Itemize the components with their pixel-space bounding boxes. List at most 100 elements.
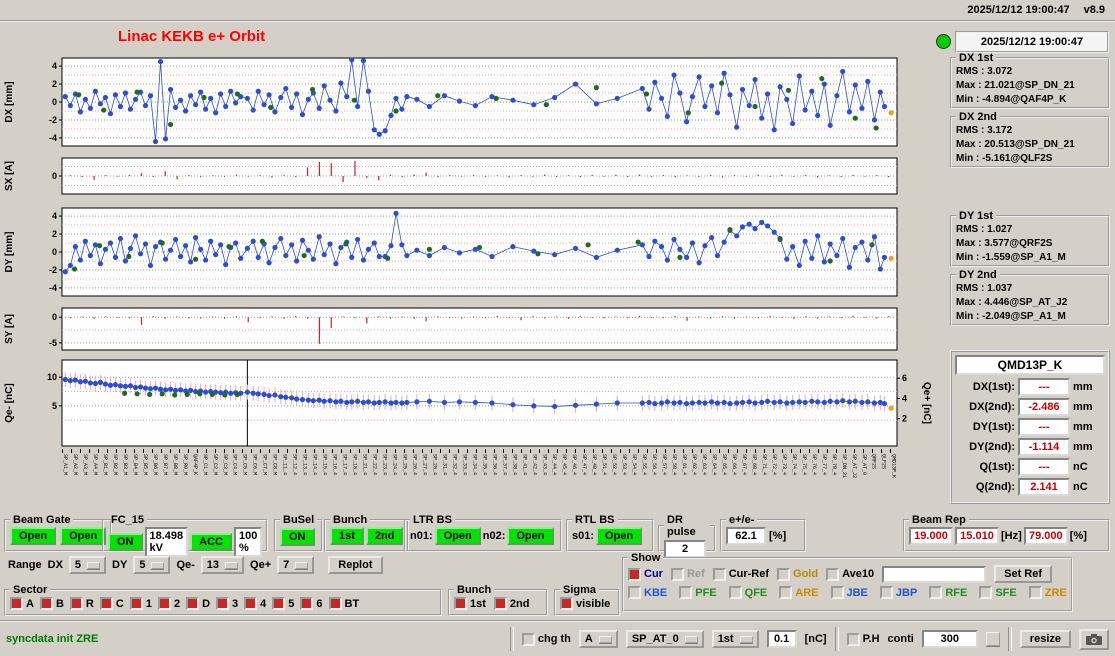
checkbox-1[interactable]: 1: [129, 597, 152, 610]
snapshot-button[interactable]: [1079, 628, 1109, 650]
resize-button[interactable]: resize: [1019, 630, 1071, 648]
checkbox-indicator[interactable]: [69, 597, 83, 610]
checkbox-indicator[interactable]: [670, 567, 684, 581]
checkbox-indicator[interactable]: [712, 567, 726, 581]
checkbox-indicator[interactable]: [493, 597, 507, 610]
bpm-label: SP_51_4: [601, 454, 608, 476]
beam-rep-value-1: 19.000: [909, 527, 953, 545]
checkbox-indicator[interactable]: [300, 597, 314, 610]
checkbox-ref[interactable]: Ref: [670, 567, 705, 581]
bpm-label: SP_46_4: [571, 454, 578, 476]
fc15-acc-button[interactable]: ACC: [190, 533, 232, 551]
checkbox-indicator[interactable]: [679, 586, 693, 599]
checkbox-indicator[interactable]: [216, 597, 230, 610]
checkbox-indicator[interactable]: [879, 586, 893, 599]
checkbox-sfe[interactable]: SFE: [979, 586, 1017, 599]
bunch-2nd-button[interactable]: 2nd: [365, 527, 404, 545]
mode-select[interactable]: A: [578, 630, 618, 648]
svg-text:0: 0: [52, 97, 57, 107]
checkbox-c[interactable]: C: [99, 597, 124, 610]
checkbox-ave10[interactable]: Ave10: [826, 567, 874, 581]
sigma-items: visible: [560, 597, 614, 610]
checkbox-visible[interactable]: visible: [560, 597, 610, 610]
checkbox-jbp[interactable]: JBP: [879, 586, 917, 599]
checkbox-indicator[interactable]: [328, 597, 342, 610]
checkbox-cur-ref[interactable]: Cur-Ref: [712, 567, 769, 581]
ltr-n01-open-button[interactable]: Open: [434, 527, 481, 545]
checkbox-indicator[interactable]: [728, 586, 742, 599]
checkbox-indicator[interactable]: [10, 597, 23, 610]
checkbox-indicator[interactable]: [929, 586, 943, 599]
bpm-label: SP_C3_M: [221, 454, 228, 476]
checkbox-indicator[interactable]: [628, 586, 641, 599]
range-dx-select[interactable]: 5: [68, 556, 107, 574]
interval-menu-indicator[interactable]: [985, 632, 1000, 646]
checkbox-rfe[interactable]: RFE: [929, 586, 967, 599]
checkbox-zre[interactable]: ZRE: [1028, 586, 1067, 599]
checkbox-are[interactable]: ARE: [779, 586, 819, 599]
checkbox-bt[interactable]: BT: [328, 597, 359, 610]
checkbox-d[interactable]: D: [186, 597, 210, 610]
checkbox-label: QFE: [744, 586, 768, 599]
checkbox-indicator[interactable]: [846, 632, 860, 646]
replot-button[interactable]: Replot: [328, 556, 383, 574]
ref-name-input[interactable]: [882, 565, 987, 583]
busel-on-button[interactable]: ON: [280, 528, 315, 546]
checkbox-5[interactable]: 5: [272, 597, 294, 610]
checkbox-indicator[interactable]: [560, 597, 573, 610]
checkbox-indicator[interactable]: [830, 586, 844, 599]
checkbox-indicator[interactable]: [39, 597, 53, 610]
fc15-group: FC_15 ON 18.498 kV ACC 100 %: [102, 514, 269, 557]
stats-dy-1st: DY 1st RMS : 1.027 Max : 3.577@QRF2S Min…: [950, 210, 1110, 267]
checkbox-2[interactable]: 2: [157, 597, 180, 610]
checkbox-4[interactable]: 4: [244, 597, 266, 610]
range-dy-select[interactable]: 5: [133, 556, 171, 574]
checkbox-indicator[interactable]: [129, 597, 143, 610]
bunch-1st-button[interactable]: 1st: [330, 527, 364, 545]
range-qe-minus-select[interactable]: 13: [200, 556, 245, 574]
checkbox-indicator[interactable]: [272, 597, 286, 610]
ltr-n02-open-button[interactable]: Open: [507, 527, 554, 545]
bpm-label: SP_45_4: [561, 454, 568, 476]
rtl-s01-open-button[interactable]: Open: [596, 527, 643, 545]
checkbox-indicator[interactable]: [157, 597, 171, 610]
checkbox-indicator[interactable]: [779, 586, 793, 599]
svg-text:SY [A]: SY [A]: [4, 314, 15, 344]
range-qe-plus-select[interactable]: 7: [277, 556, 315, 574]
checkbox-3[interactable]: 3: [216, 597, 238, 610]
checkbox-jbe[interactable]: JBE: [830, 586, 868, 599]
checkbox-indicator[interactable]: [521, 632, 535, 646]
beam-gate-open-1-button[interactable]: Open: [10, 527, 57, 545]
checkbox-cur[interactable]: Cur: [628, 567, 663, 581]
checkbox-gold[interactable]: Gold: [777, 567, 818, 581]
checkbox-pfe[interactable]: PFE: [679, 586, 717, 599]
ph-checkbox[interactable]: P.H: [846, 632, 880, 646]
interval-input[interactable]: 300: [921, 630, 978, 648]
chg-th-checkbox[interactable]: chg th: [521, 632, 571, 646]
checkbox-indicator[interactable]: [979, 586, 993, 599]
checkbox-indicator[interactable]: [186, 597, 200, 610]
checkbox-a[interactable]: A: [10, 597, 34, 610]
threshold-input[interactable]: 0.1: [766, 630, 797, 648]
bpm-label: SP_37_4: [501, 454, 508, 476]
bpm-label: SP_68_4: [750, 454, 757, 476]
checkbox-r[interactable]: R: [69, 597, 94, 610]
bunch-select[interactable]: 1st: [711, 630, 759, 648]
fc15-on-button[interactable]: ON: [108, 533, 143, 551]
checkbox-b[interactable]: B: [39, 597, 64, 610]
checkbox-indicator[interactable]: [99, 597, 113, 610]
beam-gate-open-2-button[interactable]: Open: [60, 527, 107, 545]
bpm-select[interactable]: SP_AT_0: [625, 630, 704, 648]
checkbox-indicator[interactable]: [454, 597, 467, 610]
set-ref-button[interactable]: Set Ref: [994, 565, 1053, 583]
checkbox-qfe[interactable]: QFE: [728, 586, 768, 599]
checkbox-1st[interactable]: 1st: [454, 597, 486, 610]
checkbox-kbe[interactable]: KBE: [628, 586, 667, 599]
checkbox-indicator[interactable]: [777, 567, 791, 581]
checkbox-indicator[interactable]: [826, 567, 840, 581]
checkbox-indicator[interactable]: [1028, 586, 1042, 599]
checkbox-6[interactable]: 6: [300, 597, 323, 610]
checkbox-2nd[interactable]: 2nd: [493, 597, 529, 610]
checkbox-indicator[interactable]: [628, 567, 641, 581]
checkbox-indicator[interactable]: [244, 597, 258, 610]
